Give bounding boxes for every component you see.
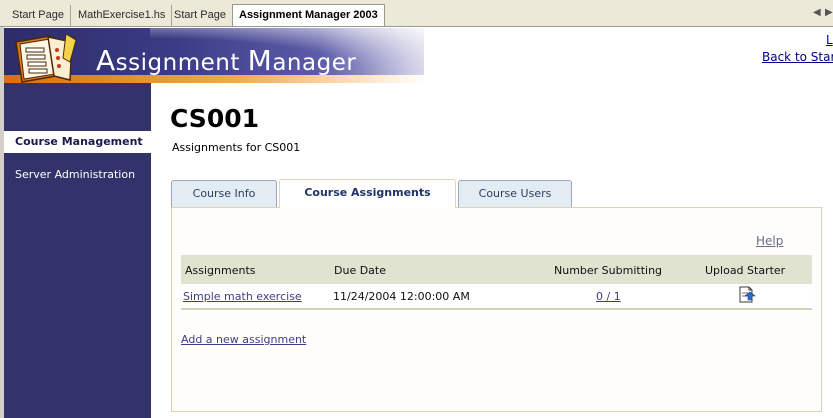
top-right-link-truncated[interactable]: L xyxy=(826,33,833,47)
banner-title-part-1: ssignment xyxy=(115,50,248,76)
doc-tab-start-page-1[interactable]: Start Page xyxy=(6,5,71,26)
banner-title-part-2: anager xyxy=(272,50,357,76)
column-header-assignments: Assignments xyxy=(185,264,256,277)
help-link[interactable]: Help xyxy=(756,234,783,248)
scroll-right-icon[interactable]: ▶ xyxy=(825,7,833,18)
banner-title: Assignment Manager xyxy=(96,44,356,77)
doc-tab-start-page-2[interactable]: Start Page xyxy=(168,5,233,26)
doc-tab-assignment-manager[interactable]: Assignment Manager 2003 xyxy=(232,4,385,26)
scroll-left-icon[interactable]: ◀ xyxy=(813,7,821,18)
nav-item-server-administration[interactable]: Server Administration xyxy=(4,164,151,186)
assignment-due-date: 11/24/2004 12:00:00 AM xyxy=(333,290,470,303)
assignment-name-link[interactable]: Simple math exercise xyxy=(183,290,302,303)
document-tab-strip: Start Page MathExercise1.hs Start Page A… xyxy=(0,0,833,27)
add-new-assignment-link[interactable]: Add a new assignment xyxy=(181,333,306,346)
column-header-due-date: Due Date xyxy=(334,264,386,277)
tab-course-assignments[interactable]: Course Assignments xyxy=(279,179,456,208)
back-to-start-link[interactable]: Back to Star xyxy=(762,50,833,64)
column-header-upload-starter: Upload Starter xyxy=(705,264,786,277)
banner-title-cap-m: M xyxy=(247,44,273,77)
column-header-number-submitting: Number Submitting xyxy=(554,264,663,277)
page-title: CS001 xyxy=(170,104,260,133)
nav-item-course-management[interactable]: Course Management xyxy=(4,131,151,153)
submission-count-link[interactable]: 0 / 1 xyxy=(596,290,621,303)
tab-course-users[interactable]: Course Users xyxy=(458,180,572,207)
upload-document-icon[interactable] xyxy=(738,286,756,303)
assignment-book-logo-icon xyxy=(15,33,77,83)
tab-course-info[interactable]: Course Info xyxy=(171,180,277,207)
page-subtitle: Assignments for CS001 xyxy=(172,141,301,154)
banner-title-cap-a: A xyxy=(96,44,116,77)
doc-tab-mathexercise[interactable]: MathExercise1.hs xyxy=(72,5,173,26)
